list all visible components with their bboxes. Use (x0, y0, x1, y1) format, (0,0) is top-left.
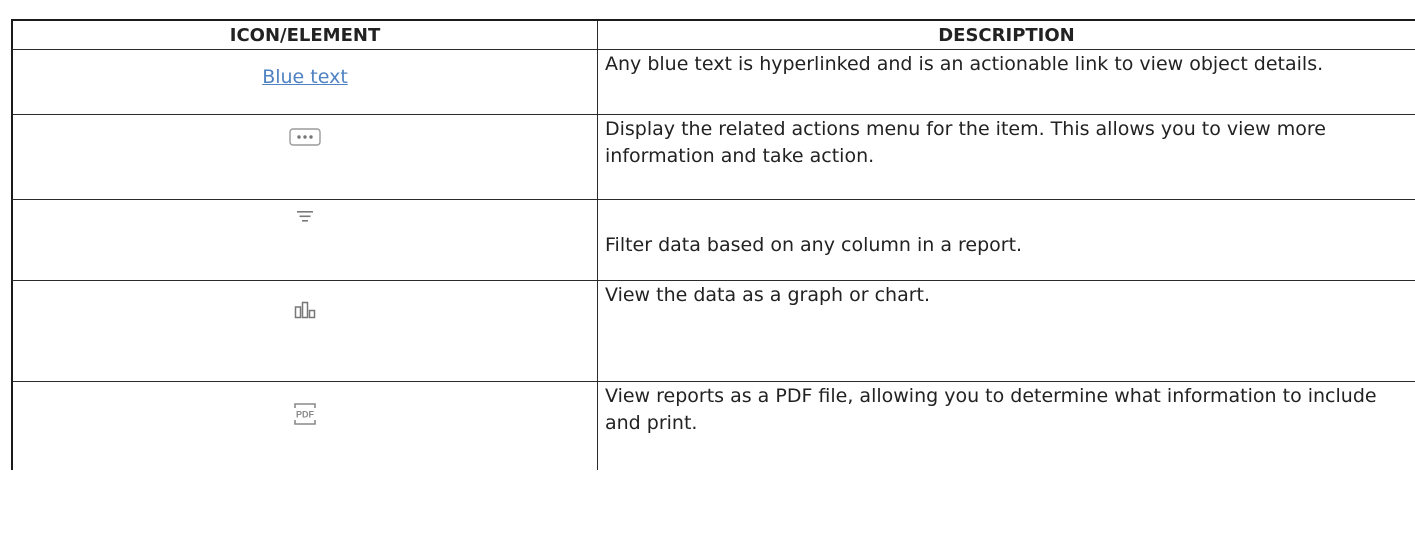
icon-cell: PDF (13, 382, 598, 470)
description-cell: Any blue text is hyperlinked and is an a… (605, 53, 1324, 75)
table-row: Blue text Any blue text is hyperlinked a… (11, 49, 1415, 114)
description-cell: Filter data based on any column in a rep… (605, 234, 1023, 256)
icon-cell (13, 281, 598, 381)
icon-legend-table: ICON/ELEMENT DESCRIPTION Blue text Any b… (11, 19, 1415, 470)
icon-cell (13, 115, 598, 199)
icon-cell: Blue text (13, 50, 598, 114)
column-header-icon-element: ICON/ELEMENT (13, 21, 598, 49)
blue-text-link[interactable]: Blue text (262, 65, 348, 114)
pdf-icon-label: PDF (296, 410, 315, 420)
filter-icon[interactable] (295, 208, 315, 226)
table-row: Display the related actions menu for the… (11, 114, 1415, 199)
table-row: Filter data based on any column in a rep… (11, 199, 1415, 280)
icon-cell (13, 200, 598, 280)
description-cell: View the data as a graph or chart. (605, 284, 931, 306)
bar-chart-icon[interactable] (294, 301, 316, 319)
table-header-row: ICON/ELEMENT DESCRIPTION (11, 19, 1415, 49)
table-row: View the data as a graph or chart. (11, 280, 1415, 381)
description-cell: View reports as a PDF file, allowing you… (605, 385, 1377, 434)
column-header-description: DESCRIPTION (938, 24, 1075, 46)
more-options-icon[interactable] (289, 127, 321, 147)
pdf-icon[interactable]: PDF (292, 402, 318, 426)
table-row: PDF View reports as a PDF file, allowing… (11, 381, 1415, 470)
description-cell: Display the related actions menu for the… (605, 118, 1326, 167)
